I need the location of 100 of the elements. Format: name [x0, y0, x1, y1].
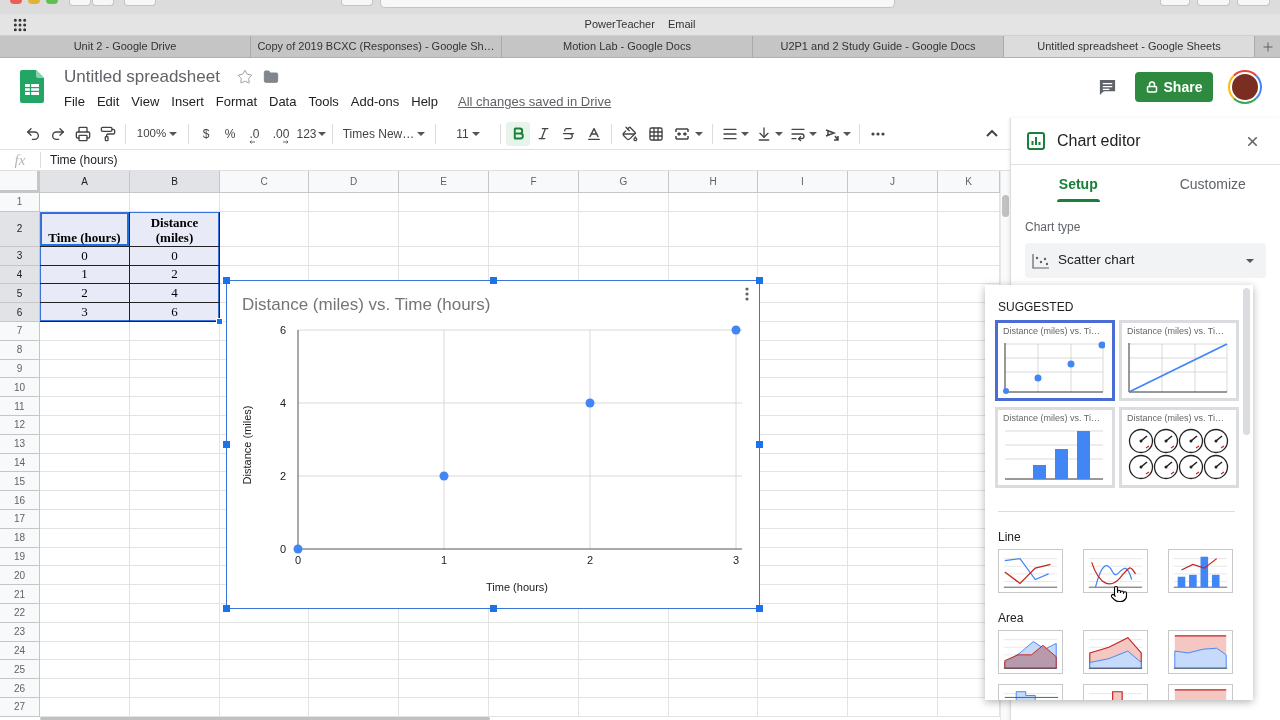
row-header[interactable]: 10 — [0, 378, 40, 398]
row-header[interactable]: 21 — [0, 585, 40, 604]
row-header[interactable]: 5 — [0, 284, 40, 304]
star-icon[interactable] — [236, 69, 253, 85]
formula-value[interactable]: Time (hours) — [50, 151, 118, 169]
document-title[interactable]: Untitled spreadsheet — [64, 64, 220, 90]
column-header[interactable]: C — [220, 171, 309, 193]
percent-button[interactable]: % — [218, 121, 242, 146]
column-header[interactable]: K — [938, 171, 1000, 193]
table-cell: 3 — [40, 303, 130, 322]
function-label: fx — [14, 151, 26, 169]
folder-icon[interactable] — [262, 69, 279, 85]
currency-button[interactable]: $ — [194, 121, 218, 146]
chart-suggestion[interactable]: Distance (miles) vs. Ti… — [1119, 320, 1239, 401]
row-header[interactable]: 16 — [0, 491, 40, 510]
fill-handle[interactable] — [216, 318, 223, 325]
hand-cursor-icon — [1110, 585, 1128, 603]
thumbnail-title: Distance (miles) vs. Ti… — [1003, 413, 1100, 424]
menu-item[interactable]: Add-ons — [350, 92, 400, 112]
close-window-button[interactable] — [10, 0, 22, 4]
caret-icon — [317, 131, 326, 136]
chart-suggestion[interactable]: Distance (miles) vs. Ti… — [995, 320, 1115, 401]
more-icon — [870, 131, 885, 136]
chart-suggestion[interactable]: Distance (miles) vs. Ti… — [1119, 407, 1239, 488]
row-header[interactable]: 6 — [0, 303, 40, 322]
panel-title: Chart editor — [1057, 131, 1141, 151]
increase-decimal-button[interactable]: .00 — [267, 121, 295, 146]
merge-cells-icon — [673, 125, 690, 142]
chart-type-option[interactable] — [998, 549, 1063, 593]
scrollbar-thumb[interactable] — [40, 716, 490, 720]
chart-type-option[interactable] — [1083, 549, 1148, 593]
row-header[interactable]: 26 — [0, 679, 40, 698]
thumbnail-title: Distance (miles) vs. Ti… — [1127, 413, 1224, 424]
bookmark-link[interactable]: Email — [667, 16, 696, 33]
scatter-chart[interactable]: Distance (miles) vs. Time (hours) 0 2 4 6 0 1 2 3 Distance (miles) Time (hours) — [226, 280, 760, 609]
column-header[interactable]: G — [579, 171, 669, 193]
column-header[interactable]: F — [489, 171, 579, 193]
scrollbar-thumb[interactable] — [1002, 195, 1009, 217]
save-status-link[interactable]: All changes saved in Drive — [458, 92, 612, 112]
chart-type-option[interactable] — [1168, 630, 1233, 674]
row-header[interactable]: 1 — [0, 193, 40, 212]
resize-handle[interactable] — [756, 441, 763, 448]
bookmark-link[interactable]: PowerTeacher — [584, 16, 655, 33]
chart-type-option[interactable] — [1168, 549, 1233, 593]
axis-tick-label: 4 — [279, 397, 286, 409]
scrollbar-thumb[interactable] — [1243, 288, 1250, 435]
chart-suggestion[interactable]: Distance (miles) vs. Ti… — [995, 407, 1115, 488]
number-format-dropdown[interactable]: 123 — [295, 121, 327, 146]
apps-grid-icon[interactable] — [12, 16, 28, 33]
column-header[interactable]: A — [40, 171, 130, 193]
comment-icon[interactable] — [1098, 77, 1117, 97]
resize-handle[interactable] — [223, 605, 230, 612]
sheets-logo[interactable] — [20, 70, 44, 103]
resize-handle[interactable] — [490, 605, 497, 612]
resize-handle[interactable] — [223, 277, 230, 284]
editor-tab[interactable]: Customize — [1177, 165, 1248, 202]
more-options-icon[interactable] — [745, 287, 749, 301]
user-avatar[interactable] — [1228, 70, 1262, 104]
editor-tab[interactable]: Setup — [1056, 165, 1100, 202]
menu-item[interactable]: Help — [411, 92, 438, 112]
resize-handle[interactable] — [223, 441, 230, 448]
caret-icon — [471, 131, 480, 136]
caret-icon — [774, 131, 783, 136]
table-cell: 6 — [130, 303, 220, 322]
paint-roller-icon — [99, 125, 116, 142]
bold-button[interactable] — [506, 121, 530, 146]
menu-item[interactable]: View — [131, 92, 160, 112]
column-header[interactable]: B — [130, 171, 220, 193]
menu-item[interactable]: Format — [215, 92, 257, 112]
column-header[interactable]: I — [758, 171, 848, 193]
browser-tab[interactable]: Untitled spreadsheet - Google Sheets — [1004, 36, 1255, 57]
chart-type-option[interactable] — [1083, 630, 1148, 674]
row-header[interactable]: 11 — [0, 397, 40, 416]
column-header[interactable]: H — [669, 171, 758, 193]
chart-type-dropdown[interactable]: Scatter chart — [1025, 243, 1266, 278]
row-header[interactable]: 2 — [0, 211, 40, 247]
decrease-decimal-button[interactable]: .0 — [242, 121, 267, 146]
font-dropdown[interactable]: Times New… — [338, 121, 430, 146]
row-header[interactable]: 25 — [0, 660, 40, 680]
resize-handle[interactable] — [756, 277, 763, 284]
chevron-up-icon — [985, 130, 998, 137]
row-header[interactable]: 15 — [0, 472, 40, 492]
zoom-dropdown[interactable]: 100% — [131, 121, 183, 146]
row-header[interactable]: 20 — [0, 566, 40, 586]
menu-item[interactable]: Edit — [96, 92, 120, 112]
resize-handle[interactable] — [490, 277, 497, 284]
arrow-icon — [283, 139, 289, 144]
caret-icon — [1246, 258, 1254, 263]
share-button[interactable]: Share — [1135, 72, 1213, 102]
column-header[interactable]: J — [848, 171, 938, 193]
font-size-dropdown[interactable]: 11 — [441, 121, 495, 146]
column-header[interactable]: D — [309, 171, 399, 193]
column-header[interactable]: E — [399, 171, 489, 193]
menu-item[interactable]: Data — [269, 92, 297, 112]
menu-item[interactable]: Tools — [308, 92, 339, 112]
resize-handle[interactable] — [756, 605, 763, 612]
menu-item[interactable]: Insert — [171, 92, 204, 112]
menu-item[interactable]: File — [64, 92, 85, 112]
address-field[interactable] — [380, 0, 895, 8]
chart-type-option[interactable] — [998, 630, 1063, 674]
